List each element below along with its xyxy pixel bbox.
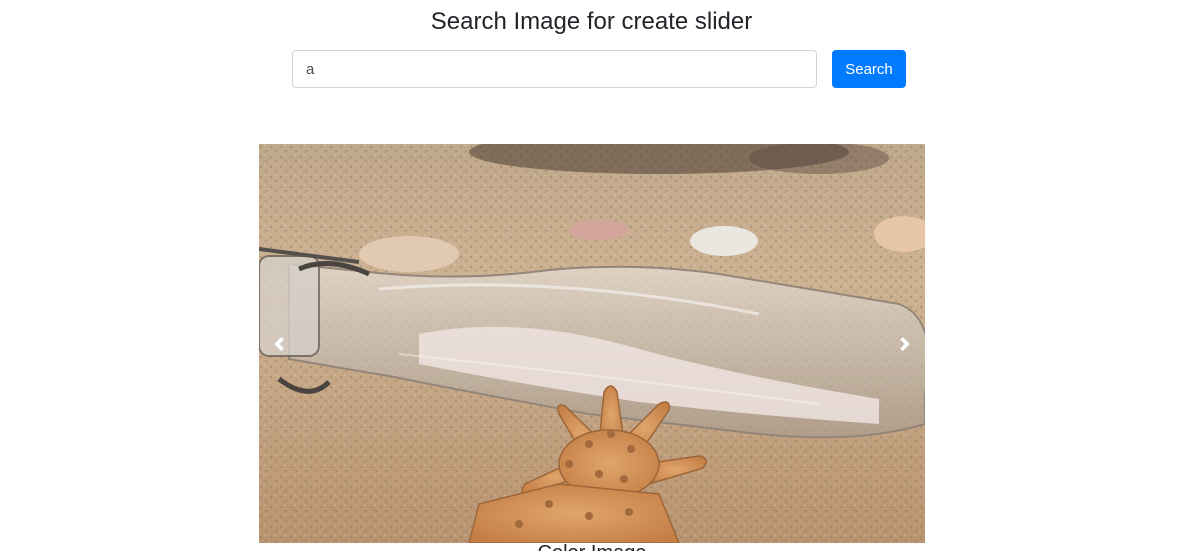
page: Search Image for create slider Search: [0, 0, 1180, 551]
chevron-right-icon: [900, 336, 910, 351]
page-title: Search Image for create slider: [430, 8, 753, 35]
image-slider: [259, 144, 925, 543]
slide-caption: Color Image: [259, 543, 925, 551]
chevron-left-icon: [274, 336, 284, 351]
slider-next-button[interactable]: [885, 144, 925, 543]
slide-image: [259, 144, 925, 543]
search-button[interactable]: Search: [832, 50, 906, 88]
slider-prev-button[interactable]: [259, 144, 299, 543]
search-input[interactable]: [292, 50, 817, 88]
